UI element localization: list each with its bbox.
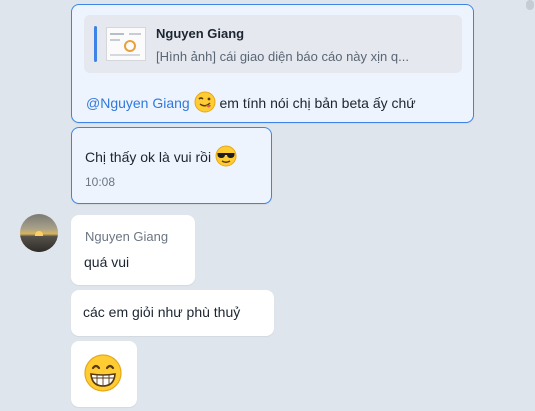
incoming-message-bubble[interactable]: các em giỏi như phù thuỷ bbox=[71, 290, 274, 336]
message-time: 10:08 bbox=[85, 175, 116, 189]
own-message-text: Chị thấy ok là vui rồi bbox=[85, 149, 212, 165]
reply-text: em tính nói chị bản beta ấy chứ bbox=[219, 95, 416, 111]
incoming-emoji-bubble[interactable] bbox=[71, 341, 137, 407]
incoming-message-text: các em giỏi như phù thuỷ bbox=[83, 304, 241, 320]
quoted-message[interactable]: Nguyen Giang [Hình ảnh] cái giao diện bá… bbox=[84, 15, 462, 73]
incoming-message-text: quá vui bbox=[84, 254, 130, 270]
grinning-emoji-icon bbox=[83, 353, 123, 398]
reply-message-bubble[interactable]: Nguyen Giang [Hình ảnh] cái giao diện bá… bbox=[71, 4, 474, 123]
sender-avatar[interactable] bbox=[20, 214, 58, 252]
quoted-image-thumbnail bbox=[106, 27, 146, 61]
quote-bar bbox=[94, 26, 97, 62]
quoted-preview-text: [Hình ảnh] cái giao diện báo cáo này xịn… bbox=[156, 49, 409, 64]
own-message-line: Chị thấy ok là vui rồi bbox=[85, 145, 237, 167]
chat-scrollbar[interactable] bbox=[525, 0, 535, 411]
own-message-bubble[interactable]: Chị thấy ok là vui rồi 10:08 bbox=[71, 127, 272, 204]
reply-text-line: @Nguyen Giang em tính nói chị bản beta ấ… bbox=[86, 91, 416, 113]
sender-name: Nguyen Giang bbox=[85, 229, 169, 244]
incoming-message-bubble[interactable]: Nguyen Giang quá vui bbox=[71, 215, 195, 285]
tongue-wink-emoji-icon bbox=[194, 91, 220, 113]
scrollbar-thumb[interactable] bbox=[526, 0, 534, 10]
quoted-sender-name: Nguyen Giang bbox=[156, 26, 245, 41]
sunglasses-emoji-icon bbox=[215, 145, 237, 167]
user-mention[interactable]: @Nguyen Giang bbox=[86, 95, 190, 111]
